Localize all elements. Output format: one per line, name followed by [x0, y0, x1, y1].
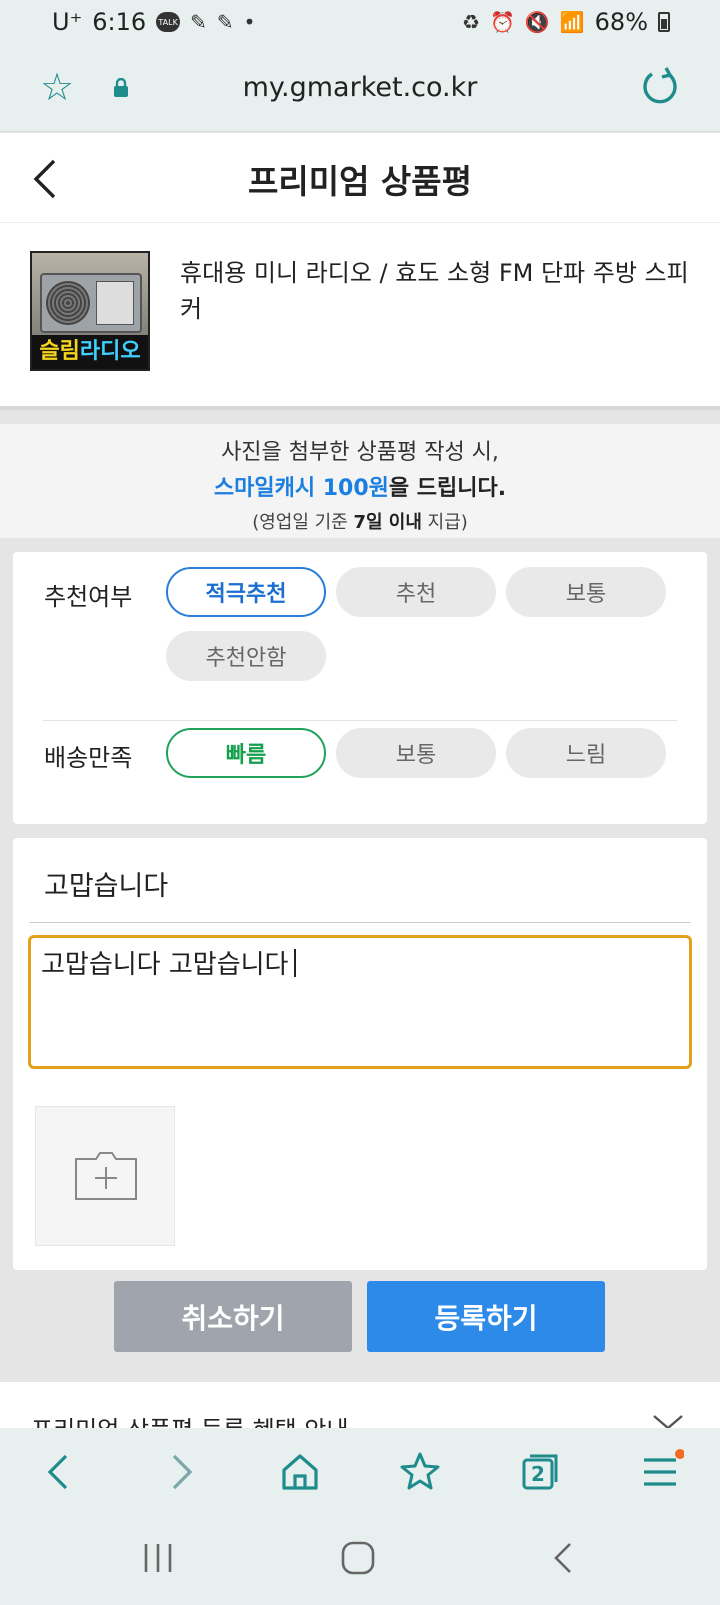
delivery-option-slow[interactable]: 느림: [506, 728, 666, 778]
delivery-option-fast[interactable]: 빠름: [166, 728, 326, 778]
text-caret: [294, 949, 297, 977]
benefit-info-row[interactable]: 프리미엄 상품평 등록 혜택 안내: [0, 1382, 720, 1428]
product-summary: 슬림라디오 휴대용 미니 라디오 / 효도 소형 FM 단파 주방 스피커: [0, 223, 720, 410]
battery-percent: 68%: [594, 8, 648, 36]
carrier-label: U⁺: [52, 8, 83, 36]
more-notifications-dot: •: [243, 10, 256, 34]
system-back-icon[interactable]: [546, 1540, 582, 1576]
recycle-icon: ♻: [462, 10, 480, 34]
benefit-info-label: 프리미엄 상품평 등록 혜택 안내: [31, 1410, 349, 1428]
add-photo-button[interactable]: [35, 1106, 175, 1246]
browser-url-bar: ☆ my.gmarket.co.kr: [0, 44, 720, 132]
page-header: 프리미엄 상품평: [0, 133, 720, 223]
kakaotalk-icon: TALK: [156, 12, 181, 32]
banner-line-1: 사진을 첨부한 상품평 작성 시,: [221, 440, 499, 465]
menu-button[interactable]: [636, 1448, 684, 1496]
speaker-grille: [46, 281, 90, 325]
banner-line-2: 스마일캐시 100원을 드립니다.: [213, 476, 507, 501]
delivery-option-normal[interactable]: 보통: [336, 728, 496, 778]
system-navigation-bar: [0, 1514, 720, 1605]
recommend-option-recommend[interactable]: 추천: [336, 567, 496, 617]
review-body-textarea[interactable]: 고맙습니다 고맙습니다: [28, 935, 692, 1069]
url-field[interactable]: my.gmarket.co.kr: [0, 72, 720, 103]
browser-toolbar: 2: [0, 1428, 720, 1514]
notification-icon-2: ✎: [216, 10, 234, 34]
menu-icon: [644, 1449, 684, 1486]
recent-apps-icon[interactable]: [140, 1540, 176, 1576]
delivery-label: 배송만족: [44, 744, 133, 772]
back-icon[interactable]: [36, 1448, 84, 1496]
mute-icon: 🔇: [524, 10, 550, 34]
tabs-button[interactable]: 2: [516, 1448, 564, 1496]
review-card: 고맙습니다 고맙습니다 고맙습니다: [13, 838, 707, 1270]
home-icon[interactable]: [276, 1448, 324, 1496]
page-title: 프리미엄 상품평: [247, 162, 472, 201]
home-button-icon[interactable]: [340, 1540, 376, 1576]
review-title-input[interactable]: 고맙습니다: [44, 864, 168, 903]
recommend-option-normal[interactable]: 보통: [506, 567, 666, 617]
forward-icon[interactable]: [156, 1448, 204, 1496]
smile-cash-amount: 스마일캐시 100원: [213, 476, 389, 501]
bookmarks-icon[interactable]: [396, 1448, 444, 1496]
thumbnail-caption: 슬림라디오: [32, 335, 148, 369]
rating-card: 추천여부 적극추천 추천 보통 추천안함 배송만족 빠름 보통 느림: [13, 552, 707, 824]
rating-divider: [43, 720, 677, 721]
recommend-option-not[interactable]: 추천안함: [166, 631, 326, 681]
notification-icon: ✎: [190, 10, 207, 34]
camera-plus-icon: [75, 1152, 137, 1200]
chevron-down-icon: [653, 1415, 683, 1428]
title-underline: [29, 922, 691, 923]
tab-count: 2: [531, 1462, 545, 1486]
battery-icon: [658, 12, 670, 32]
reload-icon[interactable]: [640, 66, 680, 106]
product-thumbnail: 슬림라디오: [30, 251, 150, 371]
wifi-icon: 📶: [559, 10, 585, 34]
submit-button[interactable]: 등록하기: [367, 1281, 605, 1352]
clock: 6:16: [92, 8, 147, 36]
recommend-option-strong[interactable]: 적극추천: [166, 567, 326, 617]
photo-reward-banner: 사진을 첨부한 상품평 작성 시, 스마일캐시 100원을 드립니다. (영업일…: [0, 424, 720, 538]
tuning-dial: [96, 281, 134, 325]
banner-line-3: (영업일 기준 7일 이내 지급): [252, 512, 468, 533]
status-bar: U⁺ 6:16 TALK ✎ ✎ • ♻ ⏰ 🔇 📶 68%: [0, 0, 720, 44]
product-name: 휴대용 미니 라디오 / 효도 소형 FM 단파 주방 스피커: [180, 259, 689, 323]
recommend-label: 추천여부: [44, 583, 133, 611]
alarm-icon: ⏰: [489, 10, 515, 34]
cancel-button[interactable]: 취소하기: [114, 1281, 352, 1352]
